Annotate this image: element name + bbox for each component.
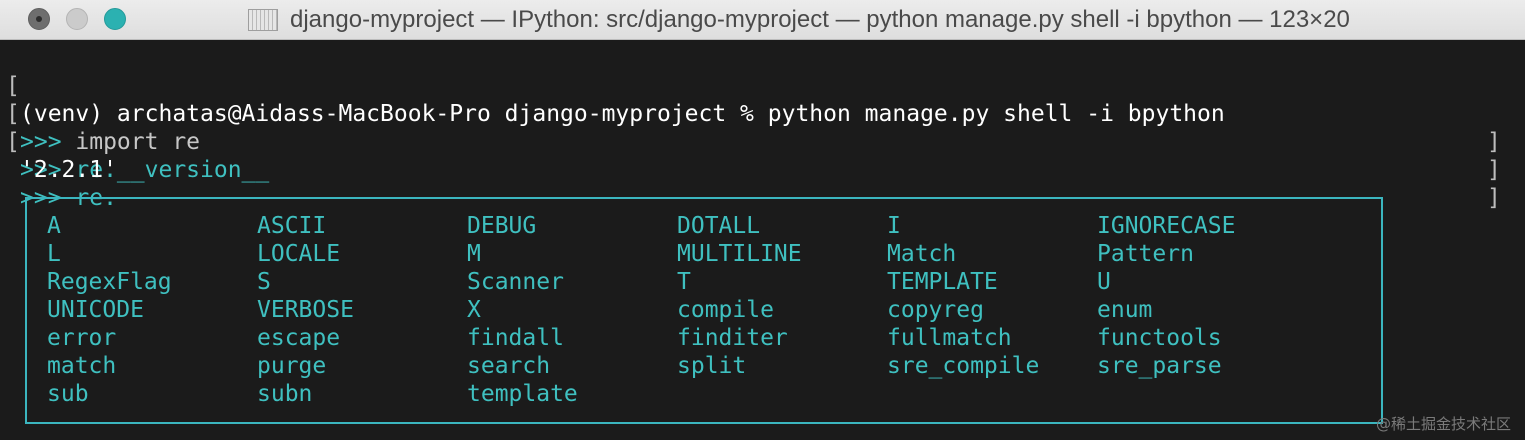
completion-item[interactable]: error	[47, 324, 116, 352]
completion-item[interactable]: Scanner	[467, 268, 564, 296]
completion-item[interactable]: I	[887, 212, 901, 240]
repl-code: import re	[75, 129, 201, 155]
completion-item[interactable]: A	[47, 212, 61, 240]
completion-item[interactable]: sre_parse	[1097, 352, 1222, 380]
terminal-line: '2.2.1'	[0, 128, 117, 183]
completion-item[interactable]: fullmatch	[887, 324, 1012, 352]
line-mark-right: ]	[1487, 157, 1501, 183]
terminal-line: [ >>> re.__version__ ]	[0, 100, 1501, 211]
completion-item[interactable]: TEMPLATE	[887, 268, 998, 296]
completion-item[interactable]: X	[467, 296, 481, 324]
completion-item[interactable]: Match	[887, 240, 956, 268]
window-title: django-myproject — IPython: src/django-m…	[290, 6, 1350, 33]
completion-item[interactable]: sub	[47, 380, 89, 408]
minimize-button[interactable]	[66, 8, 88, 30]
completion-item[interactable]: RegexFlag	[47, 268, 172, 296]
completion-item[interactable]: finditer	[677, 324, 788, 352]
completion-item[interactable]: template	[467, 380, 578, 408]
completion-item[interactable]: split	[677, 352, 746, 380]
completion-item[interactable]: L	[47, 240, 61, 268]
completion-item[interactable]: DOTALL	[677, 212, 760, 240]
completion-item[interactable]: copyreg	[887, 296, 984, 324]
command-text: (venv) archatas@Aidass-MacBook-Pro djang…	[20, 101, 1225, 127]
autocomplete-box: A ASCII DEBUG DOTALL I IGNORECASE L LOCALE M MULT…	[25, 197, 1383, 424]
completion-item[interactable]: M	[467, 240, 481, 268]
completion-item[interactable]: U	[1097, 268, 1111, 296]
completion-item[interactable]: compile	[677, 296, 774, 324]
completion-item[interactable]: search	[467, 352, 550, 380]
completion-item[interactable]: VERBOSE	[257, 296, 354, 324]
completion-item[interactable]: T	[677, 268, 691, 296]
completion-item[interactable]: DEBUG	[467, 212, 536, 240]
completion-item[interactable]: Pattern	[1097, 240, 1194, 268]
terminal-window: django-myproject — IPython: src/django-m…	[0, 0, 1525, 440]
terminal-line: >>> re.	[0, 156, 117, 211]
completion-item[interactable]: ASCII	[257, 212, 326, 240]
watermark: @稀土掘金技术社区	[1375, 415, 1511, 433]
completion-item[interactable]: sre_compile	[887, 352, 1039, 380]
terminal-line: [ >>> import re ]	[0, 72, 1501, 183]
title-bar: django-myproject — IPython: src/django-m…	[0, 0, 1525, 40]
terminal-proxy-icon	[248, 9, 278, 31]
maximize-button[interactable]	[104, 8, 126, 30]
shell-command: (venv) archatas@Aidass-MacBook-Pro djang…	[20, 100, 1225, 128]
completion-item[interactable]: escape	[257, 324, 340, 352]
completion-item[interactable]: match	[47, 352, 116, 380]
completion-item[interactable]: UNICODE	[47, 296, 144, 324]
close-button[interactable]	[28, 8, 50, 30]
completion-item[interactable]: LOCALE	[257, 240, 340, 268]
window-title-area: django-myproject — IPython: src/django-m…	[248, 0, 1350, 40]
completion-item[interactable]: S	[257, 268, 271, 296]
completion-item[interactable]: purge	[257, 352, 326, 380]
completion-item[interactable]: enum	[1097, 296, 1152, 324]
completion-item[interactable]: findall	[467, 324, 564, 352]
completion-item[interactable]: functools	[1097, 324, 1222, 352]
completion-item[interactable]: MULTILINE	[677, 240, 802, 268]
completion-item[interactable]: IGNORECASE	[1097, 212, 1235, 240]
completion-item[interactable]: subn	[257, 380, 312, 408]
terminal-line: [ (venv) archatas@Aidass-MacBook-Pro dja…	[0, 44, 1501, 155]
line-mark-right: ]	[1487, 185, 1501, 211]
line-mark-right: ]	[1487, 129, 1501, 155]
